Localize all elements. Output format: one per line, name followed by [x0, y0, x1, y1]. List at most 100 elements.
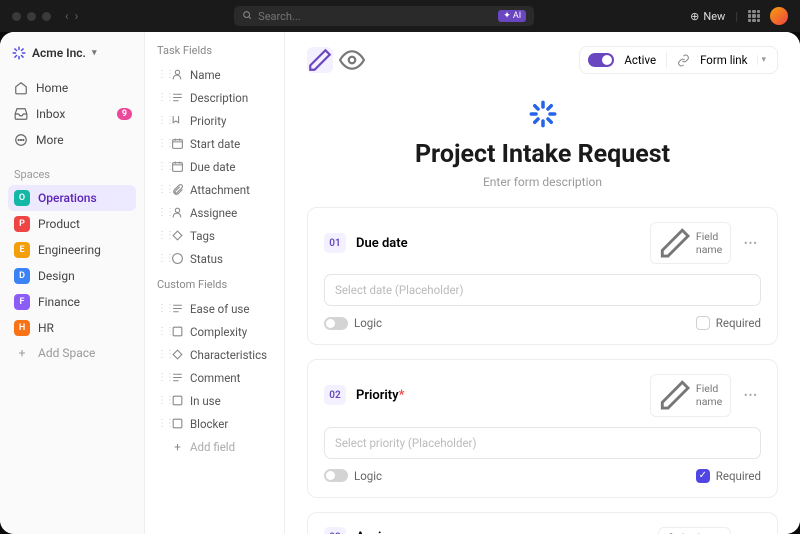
drag-handle-icon[interactable]: ⋮⋮: [157, 230, 165, 241]
field-type-icon: [171, 252, 184, 265]
space-item-hr[interactable]: HHR: [8, 315, 136, 341]
form-title[interactable]: Project Intake Request: [307, 140, 778, 169]
field-type-icon: [171, 206, 184, 219]
drag-handle-icon[interactable]: ⋮⋮: [157, 184, 165, 195]
space-label: HR: [38, 321, 54, 335]
more-icon: [14, 133, 28, 147]
drag-handle-icon[interactable]: ⋮⋮: [157, 92, 165, 103]
field-item-tags[interactable]: ⋮⋮Tags: [151, 224, 278, 247]
card-more-button[interactable]: •••: [741, 389, 761, 402]
avatar[interactable]: [770, 7, 788, 25]
field-type-icon: [171, 183, 184, 196]
card-field-label[interactable]: Assignee: [356, 530, 648, 534]
form-link-caret[interactable]: ▾: [757, 55, 769, 65]
form-link-button[interactable]: Form link: [700, 53, 747, 67]
drag-handle-icon[interactable]: ⋮⋮: [157, 161, 165, 172]
workspace-switcher[interactable]: Acme Inc. ▾: [8, 42, 136, 64]
field-chip[interactable]: Field name: [650, 222, 731, 264]
field-item-characteristics[interactable]: ⋮⋮Characteristics: [151, 343, 278, 366]
search-input[interactable]: ✦ AI: [234, 6, 534, 26]
drag-handle-icon[interactable]: ⋮⋮: [157, 349, 165, 360]
form-field-card[interactable]: 03 Assignee Assignee •••: [307, 512, 778, 534]
required-checkbox[interactable]: [696, 316, 710, 330]
field-item-ease-of-use[interactable]: ⋮⋮Ease of use: [151, 297, 278, 320]
close-dot[interactable]: [12, 12, 21, 21]
field-item-start-date[interactable]: ⋮⋮ Start date: [151, 132, 278, 155]
edit-mode-button[interactable]: [307, 47, 333, 73]
preview-mode-button[interactable]: [339, 47, 365, 73]
drag-handle-icon[interactable]: ⋮⋮: [157, 115, 165, 126]
active-toggle[interactable]: [588, 53, 614, 67]
field-chip[interactable]: Field name: [650, 374, 731, 416]
space-item-engineering[interactable]: EEngineering: [8, 237, 136, 263]
field-item-due-date[interactable]: ⋮⋮Due date: [151, 155, 278, 178]
forward-icon[interactable]: ›: [75, 9, 79, 23]
space-item-finance[interactable]: FFinance: [8, 289, 136, 315]
plus-icon: +: [171, 440, 184, 453]
field-label: Complexity: [190, 325, 247, 339]
add-space-button[interactable]: + Add Space: [8, 341, 136, 365]
space-item-design[interactable]: DDesign: [8, 263, 136, 289]
search-field[interactable]: [258, 10, 492, 23]
field-item-priority[interactable]: ⋮⋮ Priority: [151, 109, 278, 132]
space-color-icon: F: [14, 294, 30, 310]
field-item-blocker[interactable]: ⋮⋮Blocker: [151, 412, 278, 435]
field-item-name[interactable]: ⋮⋮Name: [151, 63, 278, 86]
drag-handle-icon[interactable]: ⋮⋮: [157, 372, 165, 383]
drag-handle-icon[interactable]: ⋮⋮: [157, 69, 165, 80]
logic-label: Logic: [354, 316, 382, 330]
drag-handle-icon[interactable]: ⋮⋮: [157, 253, 165, 264]
form-field-card[interactable]: 01 Due date Field name ••• Select date (…: [307, 207, 778, 345]
add-field-button[interactable]: + Add field: [151, 435, 278, 458]
drag-handle-icon[interactable]: ⋮⋮: [157, 138, 165, 149]
card-more-button[interactable]: •••: [741, 237, 761, 250]
apps-icon[interactable]: [748, 10, 760, 22]
field-type-icon: [171, 114, 184, 127]
sidebar: Acme Inc. ▾ Home Inbox 9 More Spaces OOp…: [0, 32, 145, 534]
field-label: Priority: [190, 114, 226, 128]
ai-chip[interactable]: ✦ AI: [498, 10, 526, 22]
nav-home[interactable]: Home: [8, 76, 136, 100]
field-input-placeholder[interactable]: Select priority (Placeholder): [324, 427, 761, 459]
logic-toggle[interactable]: [324, 317, 348, 330]
field-item-description[interactable]: ⋮⋮Description: [151, 86, 278, 109]
card-field-label[interactable]: Priority*: [356, 388, 640, 403]
field-item-comment[interactable]: ⋮⋮Comment: [151, 366, 278, 389]
field-item-complexity[interactable]: ⋮⋮ Complexity: [151, 320, 278, 343]
drag-handle-icon[interactable]: ⋮⋮: [157, 326, 165, 337]
card-field-label[interactable]: Due date: [356, 236, 640, 251]
field-label: Status: [190, 252, 223, 266]
link-icon: [677, 54, 690, 67]
logic-toggle[interactable]: [324, 469, 348, 482]
form-field-card[interactable]: 02 Priority* Field name ••• Select prior…: [307, 359, 778, 497]
required-checkbox[interactable]: [696, 469, 710, 483]
field-item-in-use[interactable]: ⋮⋮ In use: [151, 389, 278, 412]
drag-handle-icon[interactable]: ⋮⋮: [157, 303, 165, 314]
active-label[interactable]: Active: [624, 53, 656, 67]
field-item-assignee[interactable]: ⋮⋮Assignee: [151, 201, 278, 224]
drag-handle-icon[interactable]: ⋮⋮: [157, 207, 165, 218]
max-dot[interactable]: [42, 12, 51, 21]
logic-label: Logic: [354, 469, 382, 483]
card-more-button[interactable]: •••: [741, 531, 761, 534]
space-color-icon: E: [14, 242, 30, 258]
space-item-product[interactable]: PProduct: [8, 211, 136, 237]
field-label: In use: [190, 394, 221, 408]
card-number: 03: [324, 527, 346, 534]
field-type-icon: [171, 394, 184, 407]
form-description[interactable]: Enter form description: [307, 175, 778, 189]
drag-handle-icon[interactable]: ⋮⋮: [157, 395, 165, 406]
nav-more[interactable]: More: [8, 128, 136, 152]
field-item-status[interactable]: ⋮⋮ Status: [151, 247, 278, 270]
nav-inbox[interactable]: Inbox 9: [8, 102, 136, 126]
space-item-operations[interactable]: OOperations: [8, 185, 136, 211]
min-dot[interactable]: [27, 12, 36, 21]
field-chip[interactable]: Assignee: [658, 527, 731, 534]
field-type-icon: [171, 137, 184, 150]
field-item-attachment[interactable]: ⋮⋮Attachment: [151, 178, 278, 201]
field-input-placeholder[interactable]: Select date (Placeholder): [324, 274, 761, 306]
new-button[interactable]: ⊕ New: [690, 10, 725, 23]
back-icon[interactable]: ‹: [65, 9, 69, 23]
field-label: Start date: [190, 137, 240, 151]
drag-handle-icon[interactable]: ⋮⋮: [157, 418, 165, 429]
